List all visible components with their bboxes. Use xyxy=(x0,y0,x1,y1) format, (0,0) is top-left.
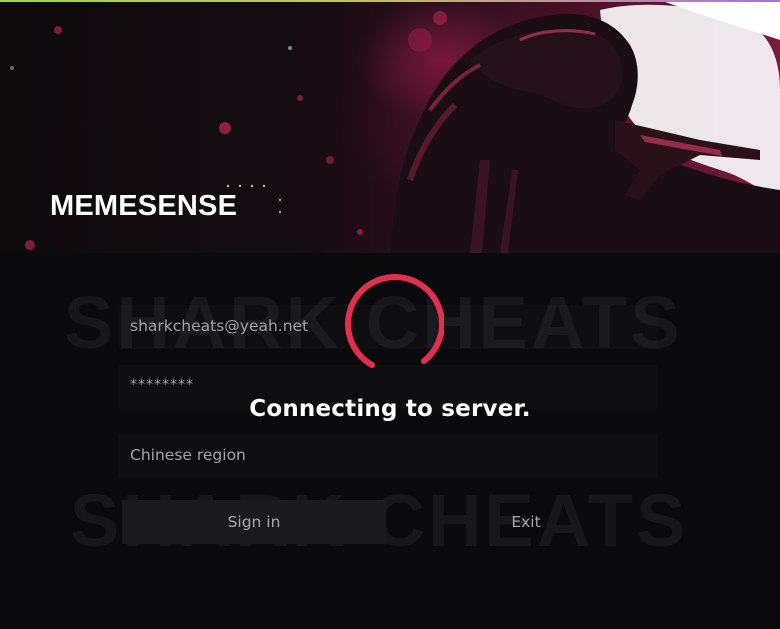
region-value: Chinese region xyxy=(130,446,246,464)
loading-spinner-icon xyxy=(345,274,444,368)
region-select[interactable]: Chinese region xyxy=(118,434,658,478)
brand-title: MEMESENSE xyxy=(50,190,238,222)
exit-button[interactable]: Exit xyxy=(394,500,658,544)
header-banner: MEMESENSE xyxy=(0,0,780,253)
email-value: sharkcheats@yeah.net xyxy=(130,317,309,335)
password-value: ******** xyxy=(130,377,194,393)
connecting-status: Connecting to server. xyxy=(249,396,531,422)
window-top-accent xyxy=(0,0,780,2)
sign-in-button[interactable]: Sign in xyxy=(122,500,386,544)
